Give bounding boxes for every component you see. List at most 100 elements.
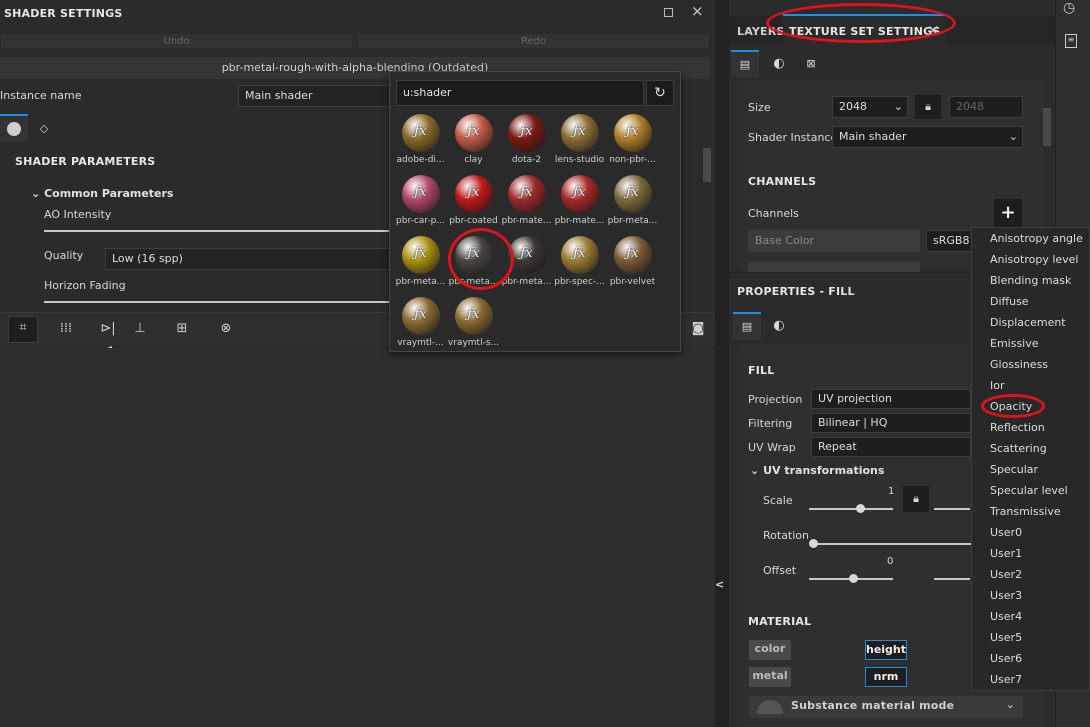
channel-option[interactable]: User3 (990, 589, 1022, 602)
channel-option[interactable]: User6 (990, 652, 1022, 665)
channel-option[interactable]: User5 (990, 631, 1022, 644)
channel-option[interactable]: User4 (990, 610, 1022, 623)
viewport[interactable] (0, 348, 715, 727)
shelf-item[interactable]: ƒx dota-2 (500, 112, 553, 168)
shelf-item[interactable]: ƒx non-pbr-... (606, 112, 659, 168)
tab-layers[interactable]: LAYERS (737, 25, 785, 38)
channel-option[interactable]: User1 (990, 547, 1022, 560)
ts-tab-shader[interactable]: ◐ (767, 52, 791, 76)
shader-instance-select[interactable]: Main shader ⌄ (832, 126, 1023, 148)
channel-option[interactable]: User0 (990, 526, 1022, 539)
close-icon[interactable]: × (691, 2, 704, 20)
camera-icon[interactable]: ◙ (686, 318, 710, 340)
collapse-arrow[interactable]: < (715, 578, 724, 591)
log-icon[interactable]: ≡ (1065, 34, 1077, 48)
channel-option[interactable]: Reflection (990, 421, 1045, 434)
reset-icon[interactable]: ⊗ (214, 318, 238, 340)
mirror-icon[interactable]: ⊳|⊲ (96, 318, 120, 358)
material-color-toggle[interactable]: color (749, 640, 791, 660)
shelf-item[interactable]: ƒx pbr-meta... (500, 234, 553, 290)
channel-option[interactable]: Displacement (990, 316, 1066, 329)
shelf-item[interactable]: ƒx clay (447, 112, 500, 168)
flip-icon[interactable]: ⊥ (128, 318, 152, 340)
scrollbar-left[interactable] (703, 148, 711, 182)
uv-transformations-group[interactable]: ⌄ UV transformations (750, 464, 884, 477)
common-params-group[interactable]: ⌄ Common Parameters (31, 187, 173, 200)
ts-tab-settings[interactable]: ▤ (731, 50, 759, 78)
ts-scrollbar[interactable] (1043, 108, 1051, 146)
ao-intensity-slider[interactable] (44, 230, 389, 232)
shelf-item[interactable]: ƒx pbr-mate... (553, 173, 606, 229)
undo-button[interactable]: Undo (0, 33, 353, 49)
shelf-item[interactable]: ƒx pbr-velvet (606, 234, 659, 290)
refresh-button[interactable]: ↻ (646, 80, 674, 106)
channel-option[interactable]: Specular (990, 463, 1038, 476)
scale-slider-2[interactable] (934, 508, 970, 510)
shelf-item[interactable]: ƒx pbr-spec-... (553, 234, 606, 290)
select-icon[interactable]: ⌗ (8, 316, 38, 343)
channel-option[interactable]: Ior (990, 379, 1005, 392)
material-nrm-toggle[interactable]: nrm (865, 667, 907, 687)
redo-button[interactable]: Redo (357, 33, 710, 49)
channel-option[interactable]: User7 (990, 673, 1022, 686)
shelf-search-input[interactable]: u:shader (396, 80, 644, 106)
instance-name-input[interactable]: Main shader (238, 85, 398, 107)
channel-option[interactable]: Transmissive (990, 505, 1061, 518)
channel-option[interactable]: Glossiness (990, 358, 1048, 371)
channel-option[interactable]: Diffuse (990, 295, 1029, 308)
scale-slider[interactable] (809, 508, 893, 510)
lock-icon: 🔒︎ (913, 492, 919, 505)
channel-option[interactable]: Anisotropy angle (990, 232, 1083, 245)
grid-icon[interactable]: ⁞⁞⁞ (54, 318, 78, 340)
projection-select[interactable]: UV projection (811, 389, 971, 409)
shader-tab-active[interactable] (0, 114, 28, 142)
shelf-item[interactable]: ƒx adobe-di... (394, 112, 447, 168)
material-metal-toggle[interactable]: metal (749, 667, 791, 687)
channel-option[interactable]: User2 (990, 568, 1022, 581)
add-channel-button[interactable]: + (994, 199, 1022, 227)
channel-option[interactable]: Scattering (990, 442, 1047, 455)
shelf-item[interactable]: ƒx pbr-meta... (447, 234, 500, 290)
shelf-item[interactable]: ƒx pbr-car-p... (394, 173, 447, 229)
base-color-channel[interactable]: Base Color (748, 230, 920, 252)
shelf-item[interactable]: ƒx pbr-mate... (500, 173, 553, 229)
channel-option[interactable]: Specular level (990, 484, 1068, 497)
channel-format-select[interactable]: sRGB8 (926, 230, 976, 252)
substance-mode-bar[interactable]: Substance material mode ⌄ (749, 696, 1023, 718)
scale-lock-button[interactable]: 🔒︎ (903, 486, 929, 512)
shader-tab-2[interactable]: ◇ (30, 116, 58, 142)
rotation-slider[interactable] (813, 543, 971, 545)
shelf-item[interactable]: ƒx vraymtl-s... (447, 295, 500, 351)
shelf-item-label: pbr-meta... (607, 216, 658, 226)
tab-texture-set-settings[interactable]: TEXTURE SET SETTINGS × (783, 14, 947, 45)
channel-option[interactable]: Opacity (990, 400, 1032, 413)
shelf-item[interactable]: ƒx pbr-coated (447, 173, 500, 229)
channel-option[interactable]: Emissive (990, 337, 1039, 350)
scale-knob[interactable] (856, 504, 865, 513)
shelf-item[interactable]: ƒx lens-studio (553, 112, 606, 168)
prop-tab-settings[interactable]: ▤ (733, 312, 761, 340)
shelf-item[interactable]: ƒx pbr-meta... (606, 173, 659, 229)
lock-button[interactable]: 🔒︎ (915, 95, 941, 119)
channel-option[interactable]: Anisotropy level (990, 253, 1078, 266)
shelf-item[interactable]: ƒx pbr-meta... (394, 234, 447, 290)
maximize-icon[interactable] (664, 8, 673, 17)
shelf-item[interactable]: ƒx vraymtl-... (394, 295, 447, 351)
tab-close-icon[interactable]: × (927, 21, 940, 39)
offset-slider-2[interactable] (934, 578, 970, 580)
quality-select[interactable]: Low (16 spp) (105, 248, 390, 270)
channel-option[interactable]: Blending mask (990, 274, 1071, 287)
add-frame-icon[interactable]: ⊞ (170, 318, 194, 340)
horizon-fading-slider[interactable] (44, 301, 389, 303)
material-height-toggle[interactable]: height (865, 640, 907, 660)
ts-tab-uv[interactable]: ⊠ (799, 52, 823, 76)
history-icon[interactable]: ◷ (1063, 0, 1075, 16)
uvwrap-select[interactable]: Repeat (811, 437, 971, 457)
rotation-knob[interactable] (809, 539, 818, 548)
shader-preview-icon: ƒx (560, 236, 599, 274)
offset-knob[interactable] (849, 574, 858, 583)
size-input-2[interactable]: 2048 (949, 96, 1023, 118)
filtering-select[interactable]: Bilinear | HQ (811, 413, 971, 433)
size-select[interactable]: 2048 ⌄ (832, 96, 908, 118)
prop-tab-material[interactable]: ◐ (767, 314, 791, 338)
